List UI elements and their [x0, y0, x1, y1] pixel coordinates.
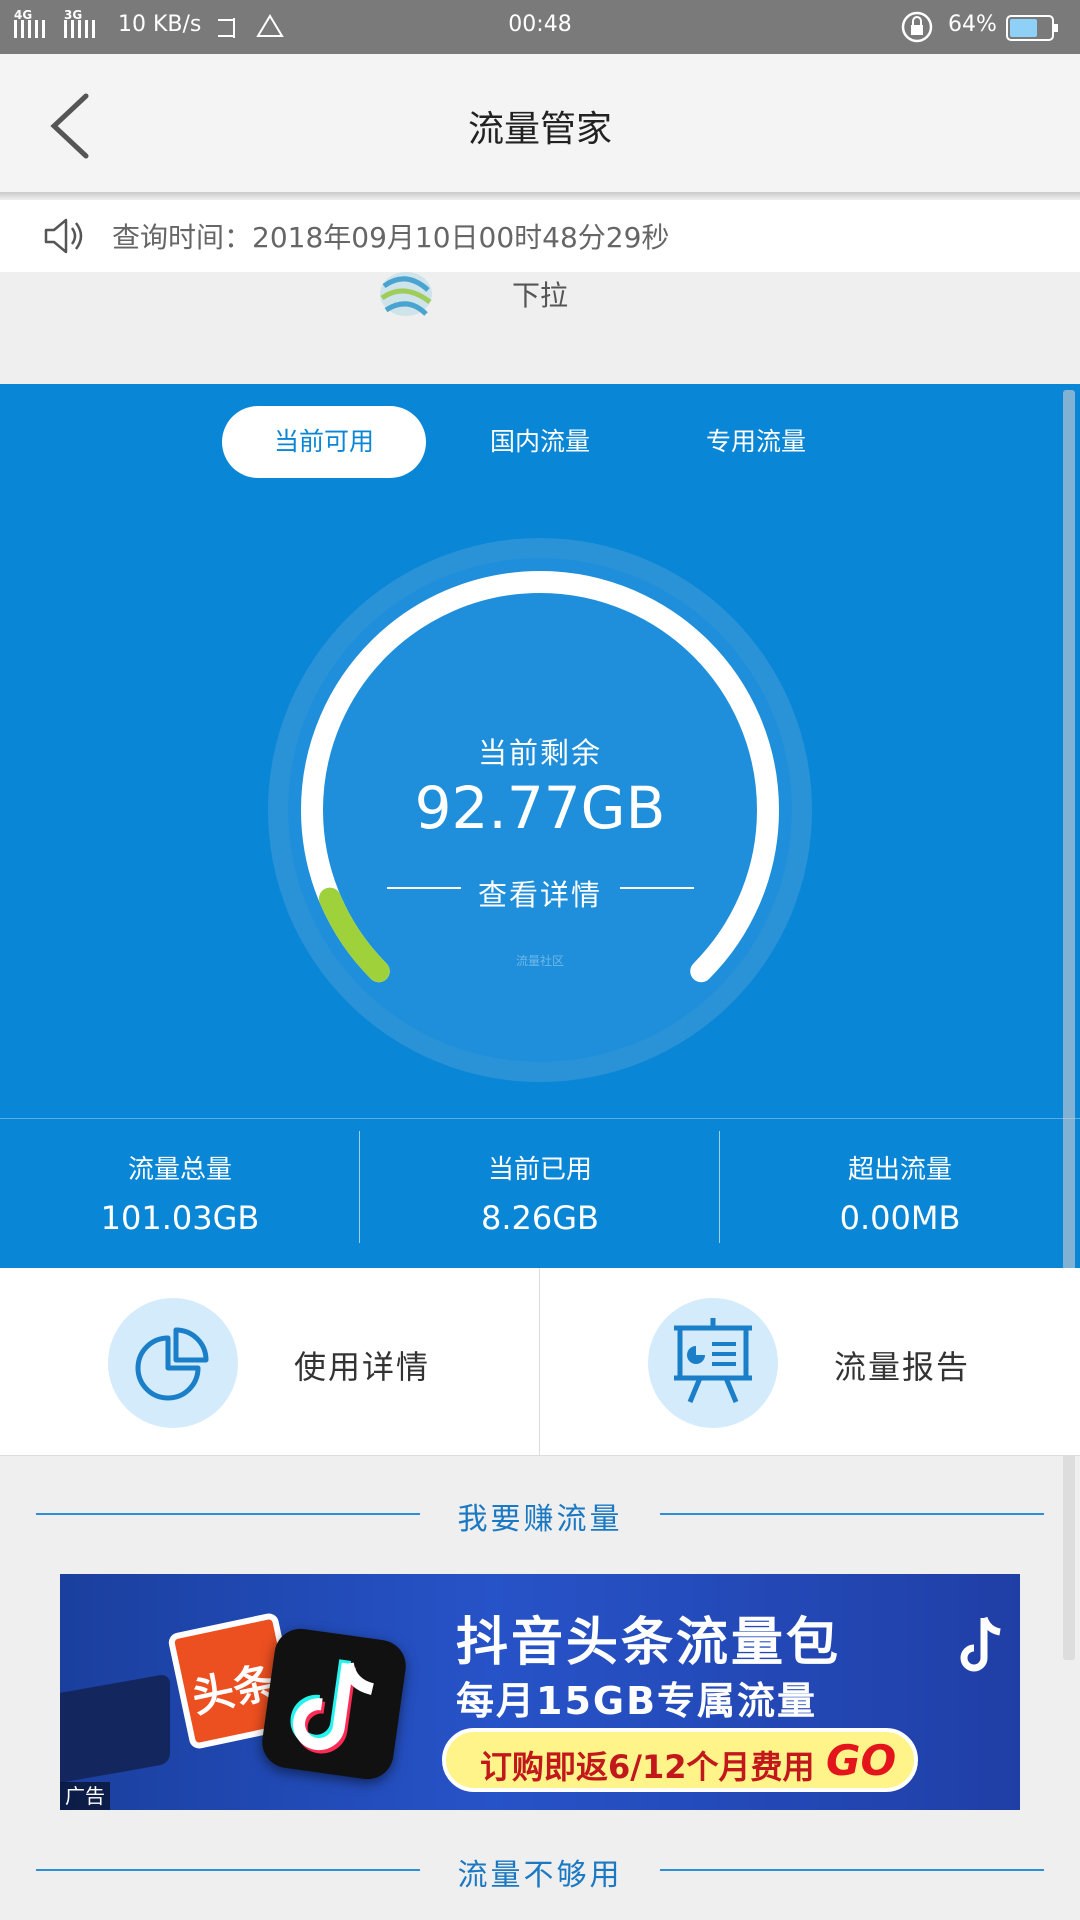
tab-dedicated-traffic[interactable]: 专用流量: [654, 406, 858, 478]
stat-total-value: 101.03GB: [100, 1199, 260, 1237]
stat-exceeded-label: 超出流量: [847, 1155, 952, 1185]
nav-shadow: [0, 192, 1080, 200]
presentation-board-icon: [648, 1298, 778, 1428]
page-title: 流量管家: [467, 109, 612, 150]
ad-cta-button[interactable]: 订购即返6/12个月费用 GO: [442, 1728, 918, 1792]
usage-details-label: 使用详情: [294, 1348, 431, 1386]
china-mobile-logo-icon: [380, 272, 432, 316]
ad-headline: 抖音头条流量包: [456, 1613, 842, 1673]
stat-exceeded: 超出流量 0.00MB: [720, 1119, 1080, 1269]
pie-chart-icon: [108, 1298, 238, 1428]
douyin-logo-icon: [258, 1625, 410, 1783]
not-enough-title: 流量不够用: [457, 1858, 623, 1893]
view-details-link[interactable]: 查看详情: [0, 872, 1080, 914]
ad-banner[interactable]: 头条 抖音头条流量包 每月15GB专属流量 订购即返6/12个月费用 GO 广告: [60, 1574, 1020, 1810]
query-time-text: 查询时间：2018年09月10日00时48分29秒: [112, 221, 670, 254]
query-time-notice: 查询时间：2018年09月10日00时48分29秒: [0, 200, 1080, 272]
speaker-icon: [44, 218, 83, 254]
stat-used: 当前已用 8.26GB: [360, 1119, 720, 1269]
rotation-lock-icon: [901, 11, 933, 43]
traffic-report-label: 流量报告: [834, 1348, 971, 1386]
section-line-right: [660, 1869, 1044, 1871]
battery-icon: [1006, 15, 1058, 41]
pull-to-refresh[interactable]: 下拉: [0, 272, 1080, 384]
watermark: 流量社区: [515, 954, 564, 968]
stat-exceeded-value: 0.00MB: [839, 1199, 961, 1237]
quick-actions: 使用详情 流量报告: [0, 1268, 1080, 1456]
traffic-panel: 当前可用 国内流量 专用流量 当前剩余 92.77GB 查看详情 流量社区 流量…: [0, 384, 1080, 1268]
remaining-label: 当前剩余: [477, 736, 602, 770]
battery-percent: 64%: [948, 12, 997, 37]
ad-cta-text: 订购即返6/12个月费用: [480, 1748, 815, 1786]
tab-domestic-traffic[interactable]: 国内流量: [438, 406, 642, 478]
traffic-stats: 流量总量 101.03GB 当前已用 8.26GB 超出流量 0.00MB: [0, 1118, 1080, 1268]
section-line-right: [660, 1513, 1044, 1515]
scrollbar[interactable]: [1063, 390, 1075, 1660]
detail-line-right: [620, 887, 694, 889]
stat-total-label: 流量总量: [127, 1155, 232, 1185]
music-note-icon: [960, 1616, 1001, 1672]
remaining-value: 92.77GB: [414, 774, 666, 842]
traffic-tabs: 当前可用 国内流量 专用流量: [0, 406, 1080, 478]
navigation-bar: 流量管家: [0, 54, 1080, 194]
ad-tag: 广告: [60, 1782, 110, 1810]
earn-traffic-title: 我要赚流量: [457, 1502, 623, 1537]
pull-label: 下拉: [512, 279, 569, 312]
stat-used-value: 8.26GB: [481, 1199, 599, 1237]
stat-total: 流量总量 101.03GB: [0, 1119, 360, 1269]
tab-current-available[interactable]: 当前可用: [222, 406, 426, 478]
piano-illustration: [60, 1673, 170, 1785]
ad-go-label: GO: [826, 1736, 897, 1785]
usage-details-button[interactable]: 使用详情: [0, 1268, 540, 1456]
stat-used-label: 当前已用: [487, 1155, 592, 1185]
status-bar: 4G 3G 10 KB/s 00:48 64%: [0, 0, 1080, 54]
ad-subline: 每月15GB专属流量: [456, 1679, 818, 1723]
traffic-report-button[interactable]: 流量报告: [540, 1268, 1080, 1456]
